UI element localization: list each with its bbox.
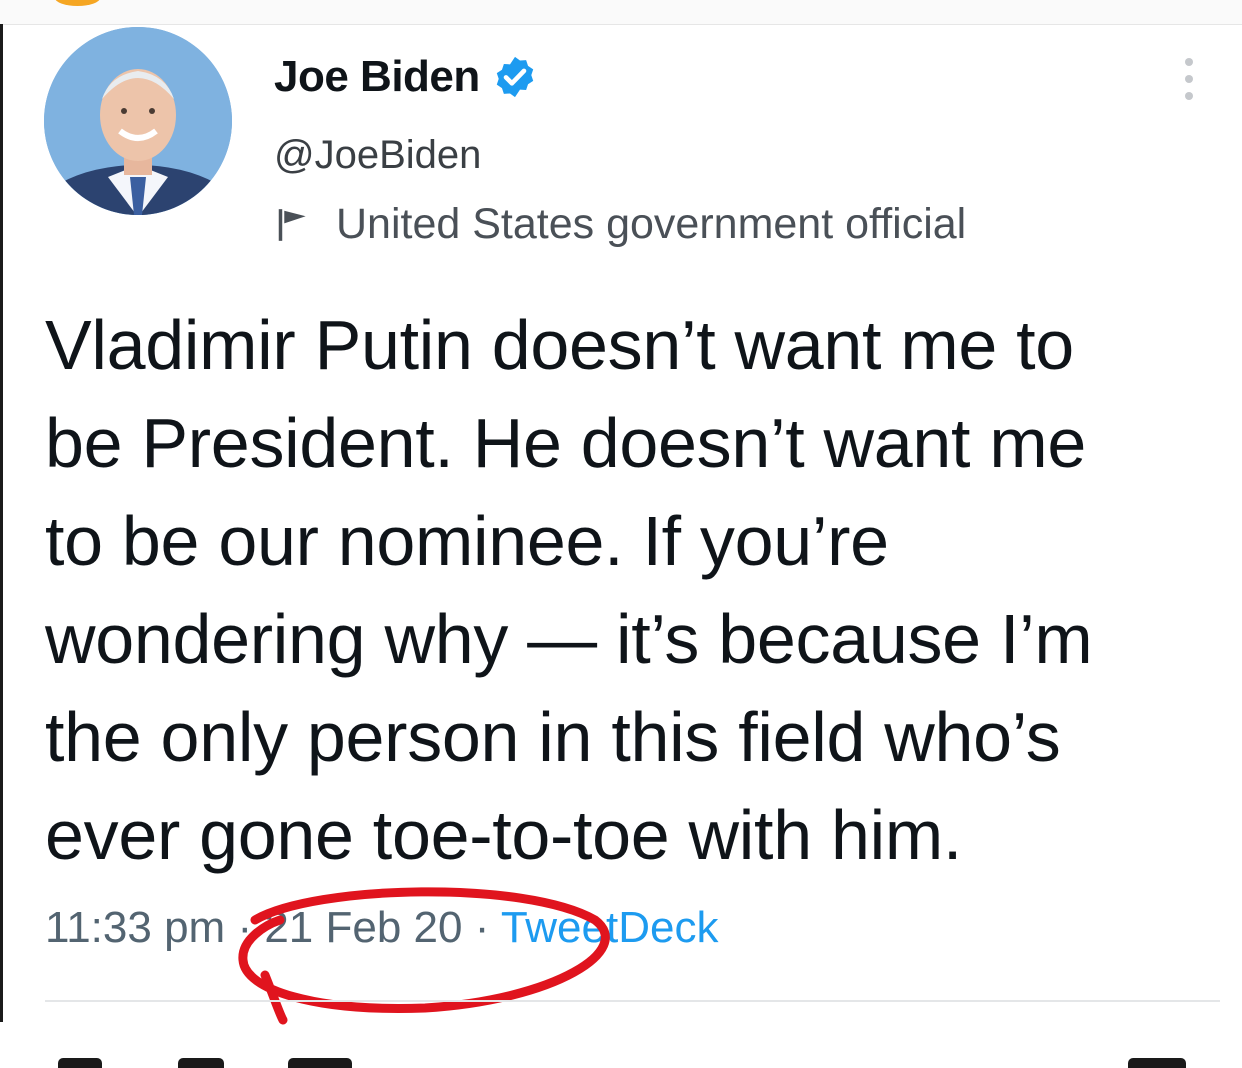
flag-icon: [278, 208, 306, 241]
author-name[interactable]: Joe Biden: [274, 52, 480, 102]
meta-separator: ·: [474, 903, 490, 952]
verified-badge-icon: [496, 56, 533, 98]
previous-post-edge: [0, 0, 1242, 25]
account-label-text: United States government official: [336, 200, 967, 248]
left-border: [0, 24, 3, 1022]
meta-separator: ·: [237, 903, 253, 952]
reply-icon[interactable]: [58, 1058, 102, 1068]
like-icon[interactable]: [288, 1058, 352, 1068]
more-vertical-icon[interactable]: [1178, 56, 1200, 102]
action-bar-edge: [0, 1040, 1242, 1068]
tweet-date[interactable]: 21 Feb 20: [264, 903, 462, 952]
author-row: Joe Biden: [274, 52, 538, 102]
divider: [45, 1000, 1220, 1002]
avatar-image: [44, 27, 232, 215]
tweet-source[interactable]: TweetDeck: [501, 903, 719, 952]
author-handle[interactable]: @JoeBiden: [274, 133, 481, 178]
tweet-meta: 11:33 pm · 21 Feb 20 · TweetDeck: [45, 903, 718, 953]
share-icon[interactable]: [1128, 1058, 1186, 1068]
tweet-time[interactable]: 11:33 pm: [45, 903, 225, 952]
avatar[interactable]: [44, 27, 232, 215]
orange-shape: [55, 0, 100, 6]
tweet-text: Vladimir Putin doesn’t want me to be Pre…: [45, 306, 1093, 874]
retweet-icon[interactable]: [178, 1058, 224, 1068]
account-label: United States government official: [274, 200, 966, 249]
